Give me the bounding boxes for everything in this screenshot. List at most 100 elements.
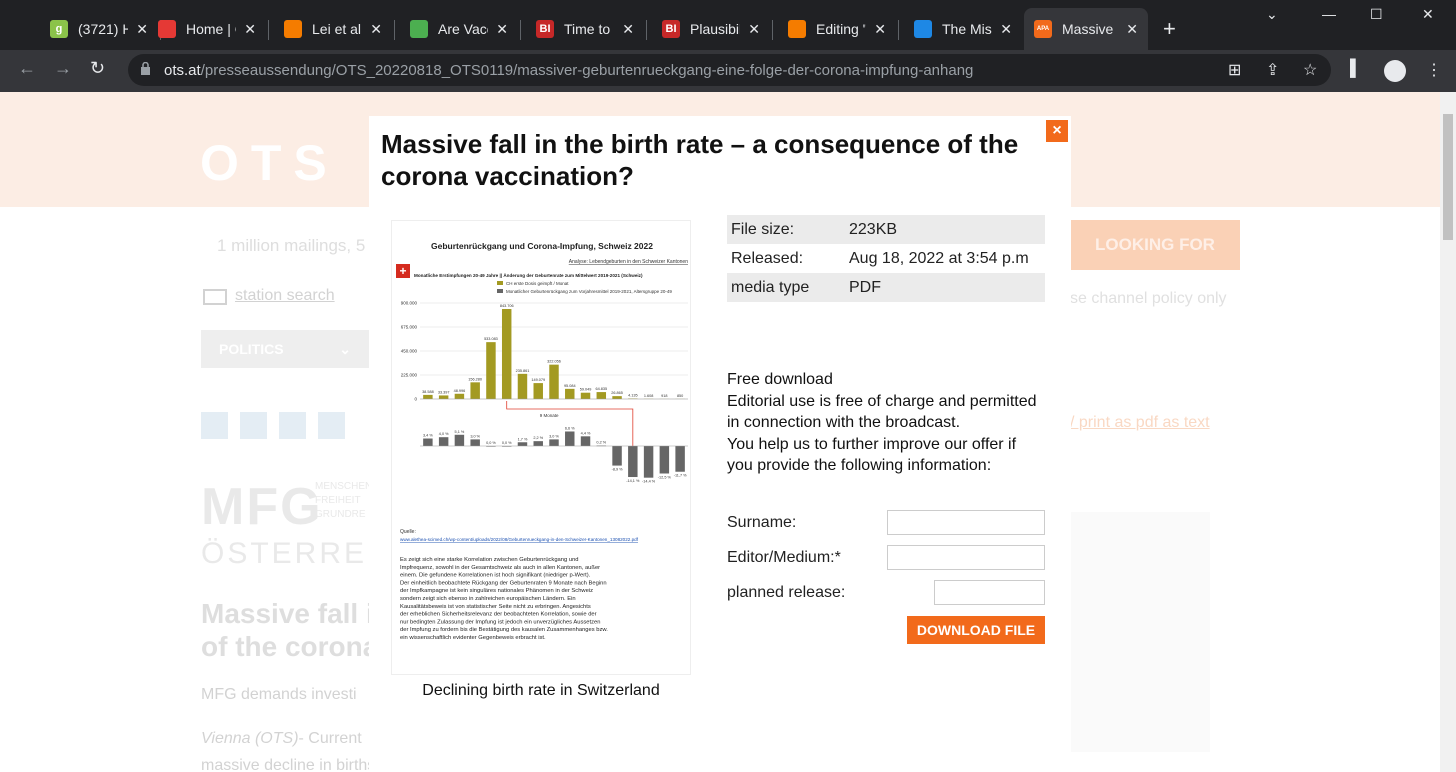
browser-tab[interactable]: g (3721) H ✕	[40, 8, 158, 50]
browser-tab[interactable]: APA Massive ✕	[1024, 8, 1148, 50]
browser-toolbar: ← → ↻ ots.at/presseaussendung/OTS_202208…	[0, 50, 1456, 92]
browser-tab[interactable]: The Miss ✕	[904, 8, 1022, 50]
editor-row: Editor/Medium:*	[727, 545, 1045, 570]
y-tick-label: 675.000	[401, 325, 418, 330]
surname-row: Surname:	[727, 510, 1045, 535]
minimize-icon[interactable]: —	[1322, 6, 1336, 22]
pct-label: 6,6 %	[565, 426, 575, 430]
tab-close-icon[interactable]: ✕	[496, 21, 508, 38]
download-modal: × Massive fall in the birth rate – a con…	[369, 116, 1071, 772]
thumb-text-line: nur bedingten Zulassung der Impfung ist …	[400, 619, 600, 625]
browser-tab[interactable]: Editing " ✕	[778, 8, 896, 50]
close-modal-button[interactable]: ×	[1046, 120, 1068, 142]
tab-close-icon[interactable]: ✕	[874, 21, 886, 38]
tab-close-icon[interactable]: ✕	[748, 21, 760, 38]
birth-change-bar	[517, 442, 528, 446]
pct-label: 4,0 %	[439, 432, 449, 436]
y-tick-label: 450.000	[401, 349, 418, 354]
bar-value-label: 322.056	[547, 360, 561, 364]
tab-separator	[646, 20, 647, 40]
tab-title: Massive	[1062, 21, 1114, 37]
url-text: ots.at/presseaussendung/OTS_20220818_OTS…	[164, 62, 973, 79]
free-download-heading: Free download	[727, 371, 833, 388]
tab-favicon-icon: BI	[662, 20, 680, 38]
pct-label: 5,1 %	[455, 430, 465, 434]
editor-medium-input[interactable]	[887, 545, 1045, 570]
vaccination-bar	[454, 393, 465, 399]
bar-value-label: 533.083	[484, 337, 498, 341]
vaccination-bar	[517, 373, 528, 399]
y-tick-label: 225.000	[401, 373, 418, 378]
meta-label: Released:	[731, 250, 804, 267]
birth-change-bar	[612, 446, 622, 466]
tab-title: Lei et al.	[312, 21, 363, 37]
bar-value-label: 59.049	[580, 388, 592, 392]
thumb-text-line: der Impfung zu fordern bis die Bestätigu…	[400, 627, 608, 633]
tab-favicon-icon	[284, 20, 302, 38]
thumb-text-line: Impfrequenz, sowohl in der Gesamtschweiz…	[400, 565, 600, 571]
birth-change-bar	[565, 431, 575, 446]
share-icon[interactable]: ⇪	[1266, 60, 1279, 80]
forward-icon[interactable]: →	[54, 58, 72, 79]
tab-favicon-icon: BI	[536, 20, 554, 38]
tab-close-icon[interactable]: ✕	[1000, 21, 1012, 38]
birth-change-bar	[470, 439, 480, 446]
tab-title: (3721) H	[78, 21, 129, 37]
bar-value-label: 850	[677, 394, 683, 398]
thumb-text-line: sondern zeigt sich ebenso in zahlreichen…	[400, 596, 576, 602]
surname-label: Surname:	[727, 514, 797, 531]
tab-close-icon[interactable]: ✕	[370, 21, 382, 38]
browser-tab[interactable]: BI Plausibili ✕	[652, 8, 770, 50]
vaccination-bar	[580, 392, 591, 399]
pct-label: -14,4 %	[642, 480, 656, 484]
tab-search-icon[interactable]: ⌄	[1266, 6, 1278, 23]
profile-avatar-icon[interactable]	[1384, 60, 1406, 82]
tab-close-icon[interactable]: ✕	[622, 21, 634, 38]
birth-change-bar	[549, 439, 559, 446]
bar-value-label: 156.280	[468, 377, 482, 381]
vaccination-bar	[423, 394, 433, 399]
pct-label: 3,0 %	[549, 434, 559, 438]
maximize-icon[interactable]: ☐	[1370, 6, 1383, 23]
pct-label: 0,2 %	[596, 441, 606, 445]
tab-close-icon[interactable]: ✕	[244, 21, 256, 38]
browser-tab[interactable]: Home | C ✕	[148, 8, 266, 50]
back-icon[interactable]: ←	[18, 58, 36, 79]
tab-favicon-icon	[788, 20, 806, 38]
translate-icon[interactable]: ⊞	[1228, 60, 1241, 80]
url-domain: ots.at	[164, 62, 201, 79]
reload-icon[interactable]: ↻	[90, 58, 105, 79]
tab-close-icon[interactable]: ✕	[1126, 21, 1138, 38]
tab-favicon-icon	[158, 20, 176, 38]
bookmark-star-icon[interactable]: ☆	[1303, 60, 1317, 80]
download-file-button[interactable]: DOWNLOAD FILE	[907, 616, 1045, 644]
source-label: Quelle:	[400, 529, 416, 535]
browser-tab[interactable]: BI Time to t ✕	[526, 8, 644, 50]
url-path: /presseaussendung/OTS_20220818_OTS0119/m…	[200, 62, 974, 79]
tab-favicon-icon: APA	[1034, 20, 1052, 38]
y-tick-label: 0	[414, 397, 417, 402]
pdf-preview-thumbnail[interactable]: Geburtenrückgang und Corona-Impfung, Sch…	[391, 220, 691, 675]
tab-bar: g(3721) H✕Home | C✕Lei et al.✕Are Vacc✕B…	[0, 0, 1456, 50]
surname-input[interactable]	[887, 510, 1045, 535]
tab-close-icon[interactable]: ✕	[136, 21, 148, 38]
vaccination-bar	[565, 388, 575, 399]
sidebar-icon[interactable]: ▌	[1350, 60, 1361, 78]
planned-release-input[interactable]	[934, 580, 1045, 605]
new-tab-button[interactable]: +	[1163, 16, 1176, 42]
browser-tab[interactable]: Lei et al. ✕	[274, 8, 392, 50]
menu-kebab-icon[interactable]: ⋮	[1426, 60, 1442, 80]
bar-value-label: 918	[661, 394, 667, 398]
browser-tab[interactable]: Are Vacc ✕	[400, 8, 518, 50]
tab-separator	[394, 20, 395, 40]
page-scrollbar[interactable]	[1440, 92, 1456, 772]
scrollbar-thumb[interactable]	[1443, 114, 1453, 240]
address-bar[interactable]: ots.at/presseaussendung/OTS_20220818_OTS…	[128, 54, 1331, 86]
thumb-text-line: Der einheitlich beobachtete Rückgang der…	[400, 580, 607, 586]
birth-change-bar	[580, 436, 591, 446]
vaccination-bar	[470, 382, 480, 399]
legend-swatch-2	[497, 289, 503, 293]
pdf-preview-chart: Geburtenrückgang und Corona-Impfung, Sch…	[396, 241, 688, 641]
tab-title: Editing "	[816, 21, 867, 37]
close-window-icon[interactable]: ✕	[1422, 6, 1434, 23]
